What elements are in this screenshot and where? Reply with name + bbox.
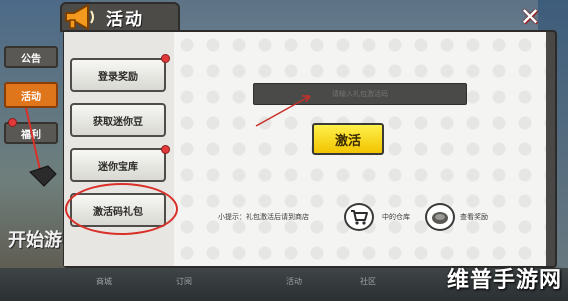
activate-label: 激活 [334, 133, 361, 149]
tip-text: 小提示：礼包激活后请到商店 [218, 213, 309, 221]
nav-get-mini-beans[interactable]: 获取迷你豆 [70, 103, 166, 137]
bottom-item-community[interactable]: 社区 [360, 276, 376, 287]
nav-label: 获取迷你豆 [93, 116, 143, 128]
tip-end-text: 查看奖励 [460, 213, 488, 221]
side-tab-notice[interactable]: 公告 [4, 46, 58, 68]
nav-login-reward-badge [161, 54, 170, 63]
tip-middle-text: 中的仓库 [382, 213, 410, 221]
nav-login-reward[interactable]: 登录奖励 [70, 58, 166, 92]
gift-code-input[interactable] [253, 83, 467, 105]
dialog-title: 活动 [106, 9, 144, 30]
bottom-item-subscribe[interactable]: 订阅 [176, 276, 192, 287]
shop-cart-icon [344, 203, 374, 231]
highlight-circle-annotation [65, 183, 178, 235]
start-game-text: 开始游 [8, 230, 62, 251]
nav-mini-treasury-badge [161, 145, 170, 154]
close-icon: ✕ [519, 3, 541, 31]
nav-label: 登录奖励 [98, 71, 138, 83]
bottom-item-activity[interactable]: 活动 [286, 276, 302, 287]
side-tab-notification-dot [8, 118, 17, 127]
activate-button[interactable]: 激活 [312, 123, 384, 155]
megaphone-icon [65, 4, 94, 30]
site-watermark: 维普手游网 [446, 268, 562, 293]
nav-label: 迷你宝库 [98, 161, 138, 173]
warehouse-reward-icon [425, 203, 455, 231]
close-button[interactable]: ✕ [516, 3, 544, 31]
nav-mini-treasury[interactable]: 迷你宝库 [70, 148, 166, 182]
side-tab-activity[interactable]: 活动 [4, 82, 58, 108]
bottom-item-shop[interactable]: 商城 [96, 276, 112, 287]
